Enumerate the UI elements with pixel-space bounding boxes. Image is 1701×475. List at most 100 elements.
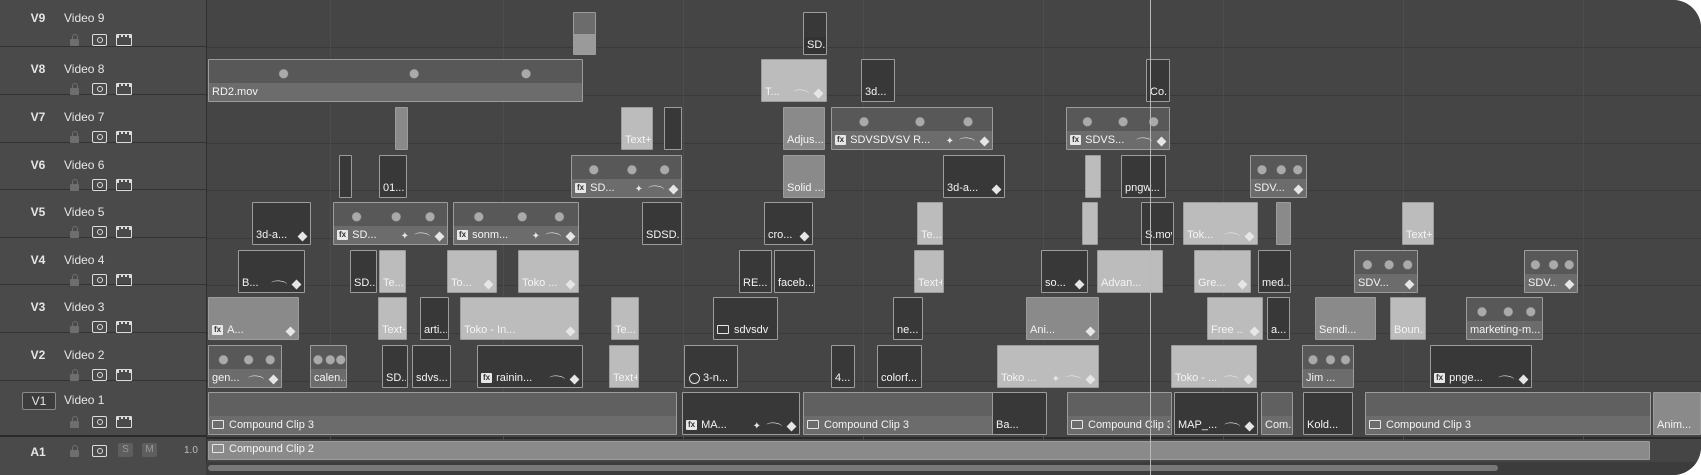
keyframe-diamond-icon[interactable]: [1244, 231, 1255, 242]
clip[interactable]: colorf...: [877, 345, 922, 388]
track-name[interactable]: Video 2: [64, 348, 104, 362]
keyframe-diamond-icon[interactable]: [1156, 136, 1167, 147]
clip[interactable]: fx SD... ✦: [571, 155, 682, 198]
clip[interactable]: [573, 12, 596, 55]
clip[interactable]: T...: [761, 59, 827, 102]
keyframe-diamond-icon[interactable]: [565, 231, 576, 242]
video-visibility-icon[interactable]: [116, 416, 132, 428]
curve-icon[interactable]: [958, 136, 976, 146]
horizontal-scrollbar[interactable]: [208, 465, 1498, 471]
clip[interactable]: so...: [1041, 250, 1088, 293]
curve-icon[interactable]: [792, 88, 810, 98]
clip[interactable]: [339, 155, 352, 198]
keyframe-diamond-icon[interactable]: [1243, 374, 1254, 385]
track-header-v6[interactable]: V6 Video 6: [0, 143, 206, 191]
keyframe-diamond-icon[interactable]: [1074, 279, 1085, 290]
curve-icon[interactable]: [647, 184, 665, 194]
clip[interactable]: sdvsdv: [713, 297, 778, 340]
clip[interactable]: fx rainin...: [477, 345, 583, 388]
keyframe-diamond-icon[interactable]: [799, 231, 810, 242]
clip[interactable]: Te...: [611, 297, 639, 340]
clip[interactable]: Compound Clip 3: [1365, 392, 1651, 435]
clip[interactable]: fx SD... ✦: [333, 202, 448, 245]
clip[interactable]: [1082, 202, 1098, 245]
track-name[interactable]: Video 7: [64, 110, 104, 124]
clip[interactable]: fx MA... ✦: [682, 392, 800, 435]
clip[interactable]: Text+: [621, 107, 653, 150]
clip[interactable]: arti...: [420, 297, 449, 340]
clip[interactable]: SDV...: [1250, 155, 1307, 198]
clip[interactable]: Text+: [1402, 202, 1434, 245]
auto-track-icon[interactable]: [92, 226, 107, 238]
clip[interactable]: Ba...: [992, 392, 1047, 435]
curve-icon[interactable]: [270, 279, 288, 289]
track-header-a1[interactable]: A1 S M 1.0: [0, 437, 206, 475]
video-visibility-icon[interactable]: [116, 34, 132, 46]
clip[interactable]: Toko ...: [518, 250, 579, 293]
track-header-v4[interactable]: V4 Video 4: [0, 238, 206, 286]
clip[interactable]: RD2.mov: [208, 59, 583, 102]
curve-icon[interactable]: [1497, 374, 1515, 384]
track-name[interactable]: Video 1: [64, 393, 104, 407]
playhead[interactable]: [1150, 0, 1151, 475]
curve-icon[interactable]: [548, 374, 566, 384]
curve-icon[interactable]: [1223, 231, 1241, 241]
keyframe-diamond-icon[interactable]: [565, 326, 576, 337]
auto-track-icon[interactable]: [92, 83, 107, 95]
keyframe-diamond-icon[interactable]: [1518, 374, 1529, 385]
clip[interactable]: 3d...: [861, 59, 895, 102]
clip[interactable]: Compound Clip 3: [1067, 392, 1172, 435]
video-visibility-icon[interactable]: [116, 321, 132, 333]
clip[interactable]: fx SDVS...: [1066, 107, 1170, 150]
clip[interactable]: Boun...: [1390, 297, 1426, 340]
clip[interactable]: faceb...: [774, 250, 815, 293]
keyframe-diamond-icon[interactable]: [1085, 326, 1096, 337]
clip[interactable]: 3d-a...: [943, 155, 1005, 198]
video-visibility-icon[interactable]: [116, 83, 132, 95]
clip[interactable]: B...: [238, 250, 305, 293]
curve-icon[interactable]: [765, 421, 783, 431]
lock-icon[interactable]: [69, 416, 80, 428]
clip[interactable]: Adjus...: [783, 107, 825, 150]
clip[interactable]: S.mov: [1141, 202, 1174, 245]
keyframe-diamond-icon[interactable]: [569, 374, 580, 385]
clip[interactable]: [1085, 155, 1101, 198]
keyframe-diamond-icon[interactable]: [1085, 374, 1096, 385]
track-header-v9[interactable]: V9 Video 9: [0, 0, 206, 47]
curve-icon[interactable]: [413, 231, 431, 241]
curve-icon[interactable]: [247, 374, 265, 384]
lock-icon[interactable]: [69, 34, 80, 46]
curve-icon[interactable]: [1223, 421, 1241, 431]
clip[interactable]: Tok...: [1183, 202, 1258, 245]
keyframe-diamond-icon[interactable]: [668, 184, 679, 195]
clip[interactable]: Text+: [378, 297, 407, 340]
curve-icon[interactable]: [1064, 374, 1082, 384]
track-header-v2[interactable]: V2 Video 2: [0, 333, 206, 381]
track-name[interactable]: Video 8: [64, 62, 104, 76]
video-visibility-icon[interactable]: [116, 131, 132, 143]
clip[interactable]: fx pnge...: [1430, 345, 1532, 388]
keyframe-diamond-icon[interactable]: [268, 374, 279, 385]
track-header-v3[interactable]: V3 Video 3: [0, 285, 206, 333]
clip[interactable]: Anim...: [1653, 392, 1701, 435]
lock-icon[interactable]: [69, 321, 80, 333]
clip[interactable]: SD...: [803, 12, 827, 55]
clip[interactable]: cro...: [764, 202, 813, 245]
track-header-v5[interactable]: V5 Video 5: [0, 190, 206, 238]
clip[interactable]: Te...: [379, 250, 406, 293]
track-id-destination[interactable]: V1: [22, 392, 56, 410]
keyframe-diamond-icon[interactable]: [1293, 184, 1304, 195]
keyframe-diamond-icon[interactable]: [979, 136, 990, 147]
clip[interactable]: 4...: [831, 345, 855, 388]
keyframe-diamond-icon[interactable]: [813, 88, 824, 99]
clip[interactable]: fx SDVSDVSV R... ✦: [831, 107, 993, 150]
clip[interactable]: sdvs...: [412, 345, 451, 388]
keyframe-diamond-icon[interactable]: [991, 184, 1002, 195]
keyframe-diamond-icon[interactable]: [285, 326, 296, 337]
clip[interactable]: Jim ...: [1302, 345, 1354, 388]
clip[interactable]: 3d-a...: [252, 202, 311, 245]
lock-icon[interactable]: [69, 226, 80, 238]
clip[interactable]: med...: [1258, 250, 1291, 293]
keyframe-diamond-icon[interactable]: [291, 279, 302, 290]
clip[interactable]: Solid ...: [783, 155, 825, 198]
